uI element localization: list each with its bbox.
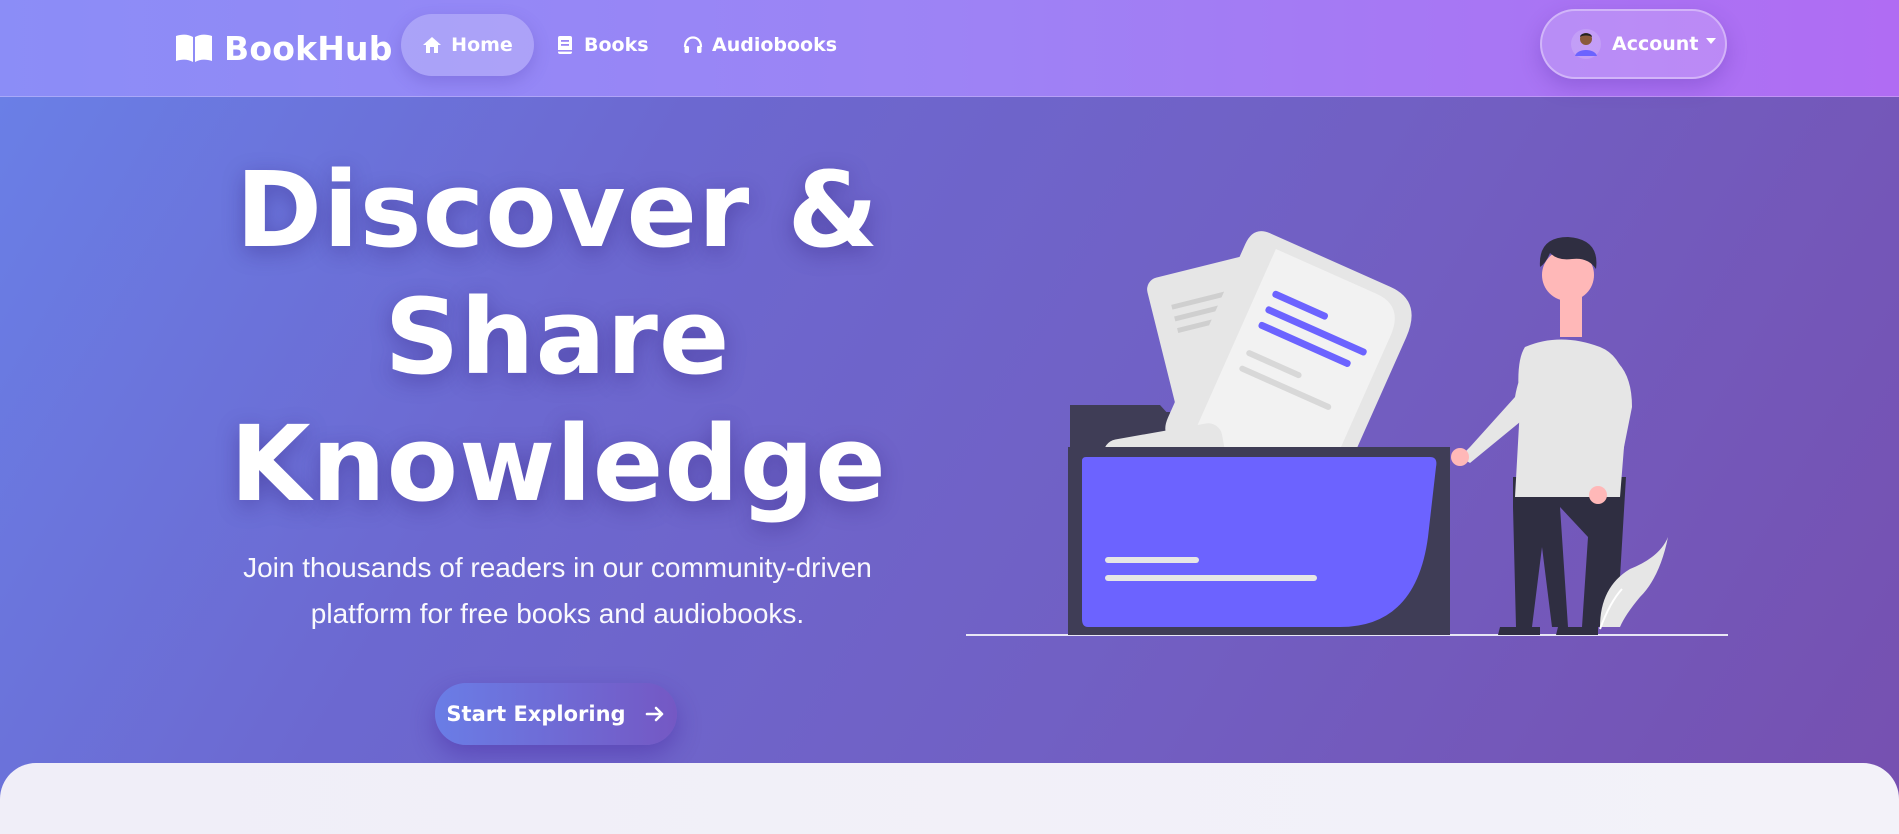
- nav-link-label: Home: [451, 34, 513, 56]
- hero-title-line: Discover &: [235, 149, 880, 271]
- account-dropdown-button[interactable]: Account: [1540, 9, 1727, 79]
- hero-subtitle: Join thousands of readers in our communi…: [230, 545, 885, 637]
- nav-link-audiobooks[interactable]: Audiobooks: [683, 14, 837, 76]
- brand-logo-link[interactable]: BookHub: [174, 28, 393, 68]
- avatar: [1571, 29, 1601, 59]
- cta-label: Start Exploring: [446, 702, 626, 726]
- arrow-right-icon: [645, 706, 663, 722]
- open-book-icon: [176, 34, 212, 62]
- hero-title: Discover & Share Knowledge: [230, 147, 887, 528]
- nav-link-home[interactable]: Home: [401, 14, 534, 76]
- start-exploring-button[interactable]: Start Exploring: [435, 683, 677, 745]
- folder-documents-illustration: [966, 231, 1728, 636]
- top-navbar: BookHub Home Books Audiobooks Account: [0, 0, 1899, 97]
- account-label: Account: [1612, 33, 1699, 55]
- content-card-top: [0, 763, 1899, 834]
- hero-title-line: Knowledge: [230, 403, 887, 525]
- nav-link-label: Audiobooks: [712, 34, 838, 56]
- hero-subtitle-line: platform for free books and audiobooks.: [310, 598, 805, 629]
- nav-link-label: Books: [584, 34, 649, 56]
- book-icon: [558, 36, 572, 54]
- hero-subtitle-line: Join thousands of readers in our communi…: [243, 552, 872, 583]
- brand-name: BookHub: [224, 28, 393, 68]
- hero-title-line: Share: [384, 276, 731, 398]
- home-icon: [423, 37, 442, 53]
- chevron-down-icon: [1706, 38, 1717, 44]
- headphones-icon: [683, 36, 703, 53]
- hero-section: Discover & Share Knowledge Join thousand…: [0, 97, 1899, 834]
- nav-link-books[interactable]: Books: [555, 14, 649, 76]
